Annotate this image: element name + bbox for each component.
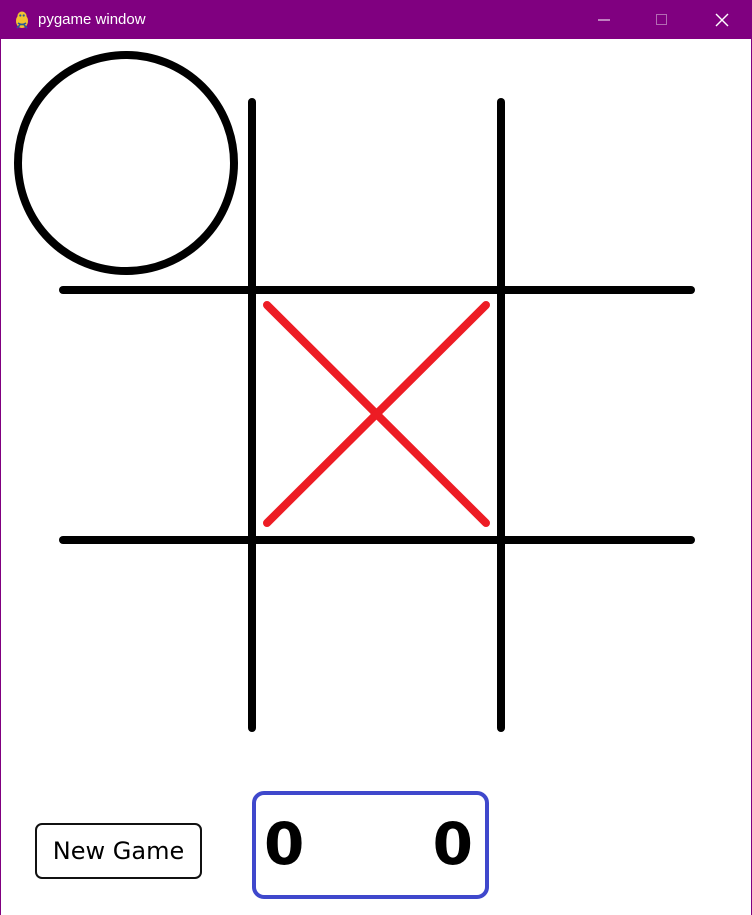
game-canvas[interactable]: New Game 0 0: [1, 39, 751, 915]
cell-2-1[interactable]: [252, 540, 501, 740]
cell-0-1[interactable]: [252, 39, 501, 290]
scoreboard: 0 0: [252, 791, 489, 899]
close-icon: [715, 13, 729, 27]
close-button[interactable]: [693, 1, 751, 39]
cells: [1, 39, 751, 740]
new-game-button[interactable]: New Game: [35, 823, 202, 879]
maximize-icon: [656, 14, 667, 25]
cell-0-0[interactable]: [1, 39, 252, 290]
cell-1-2[interactable]: [501, 290, 751, 540]
pygame-snake-icon: [16, 11, 28, 29]
cell-2-2[interactable]: [501, 540, 751, 740]
maximize-button[interactable]: [633, 1, 691, 39]
window-title: pygame window: [38, 11, 146, 28]
minimize-icon: [598, 19, 610, 21]
cell-2-0[interactable]: [1, 540, 252, 740]
cell-0-2[interactable]: [501, 39, 751, 290]
score-player-right: 0: [432, 810, 473, 878]
pygame-window: pygame window New Game 0 0: [0, 0, 752, 915]
score-player-left: 0: [264, 810, 305, 878]
title-bar[interactable]: pygame window: [1, 1, 751, 39]
cell-1-0[interactable]: [1, 290, 252, 540]
minimize-button[interactable]: [575, 1, 633, 39]
tic-tac-toe-board[interactable]: [1, 39, 751, 915]
